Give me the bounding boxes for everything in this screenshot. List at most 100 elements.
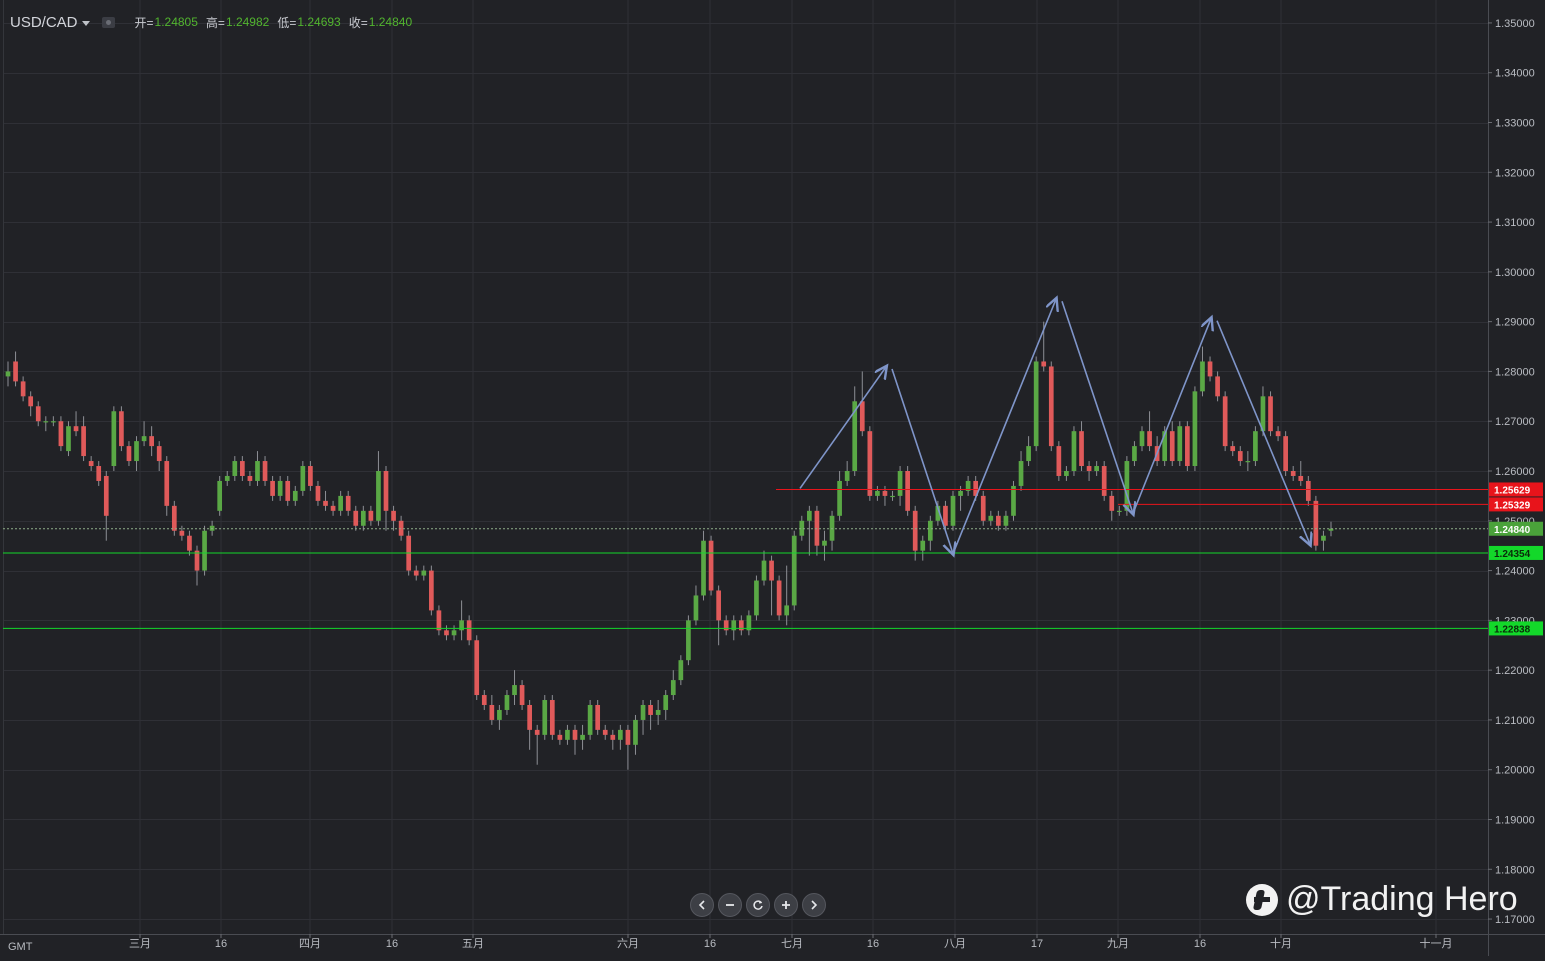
zoom-in-button[interactable]: [774, 893, 798, 917]
trend-arrow[interactable]: [1061, 300, 1133, 513]
candle-up[interactable]: [451, 630, 457, 636]
candle-down[interactable]: [73, 426, 79, 432]
candle-down[interactable]: [867, 431, 873, 496]
symbol-selector[interactable]: USD/CAD: [10, 14, 90, 31]
candle-down[interactable]: [769, 560, 774, 581]
candle-down[interactable]: [474, 640, 480, 696]
candle-down[interactable]: [323, 500, 328, 506]
candle-down[interactable]: [345, 495, 351, 511]
candle-down[interactable]: [28, 396, 34, 407]
candle-down[interactable]: [444, 630, 449, 636]
candle-down[interactable]: [262, 461, 268, 481]
candle-down[interactable]: [1207, 361, 1213, 377]
candle-up[interactable]: [217, 480, 223, 511]
candle-up[interactable]: [1245, 461, 1251, 463]
candle-down[interactable]: [1237, 451, 1243, 462]
candle-up[interactable]: [421, 570, 427, 576]
candle-up[interactable]: [134, 441, 139, 462]
candle-up[interactable]: [1132, 446, 1137, 462]
candle-down[interactable]: [557, 734, 563, 740]
candle-down[interactable]: [353, 510, 359, 526]
trend-arrow[interactable]: [1216, 320, 1310, 545]
candle-down[interactable]: [481, 695, 487, 705]
candle-down[interactable]: [247, 475, 253, 481]
candle-down[interactable]: [602, 729, 608, 735]
candle-down[interactable]: [1056, 446, 1062, 476]
candle-down[interactable]: [391, 510, 396, 521]
candle-up[interactable]: [580, 734, 585, 740]
candle-up[interactable]: [497, 709, 502, 720]
candle-down[interactable]: [1041, 361, 1047, 367]
candle-up[interactable]: [1124, 461, 1130, 511]
candle-down[interactable]: [119, 411, 124, 447]
candle-up[interactable]: [292, 490, 298, 501]
candle-down[interactable]: [1268, 396, 1273, 432]
candle-down[interactable]: [1147, 431, 1152, 447]
candle-down[interactable]: [527, 704, 532, 730]
candle-up[interactable]: [565, 729, 570, 740]
candle-up[interactable]: [784, 605, 790, 616]
candle-down[interactable]: [549, 700, 555, 735]
candle-up[interactable]: [1071, 431, 1077, 471]
candle-down[interactable]: [625, 729, 631, 745]
eye-icon[interactable]: [101, 16, 115, 28]
candle-down[interactable]: [20, 381, 26, 397]
candle-up[interactable]: [655, 709, 661, 715]
candle-down[interactable]: [330, 505, 336, 511]
candle-up[interactable]: [686, 620, 691, 661]
candle-down[interactable]: [489, 704, 495, 720]
candle-up[interactable]: [66, 426, 71, 452]
candle-down[interactable]: [1101, 466, 1107, 496]
candle-down[interactable]: [35, 406, 41, 422]
candle-up[interactable]: [920, 540, 926, 551]
candle-down[interactable]: [88, 461, 94, 467]
candle-up[interactable]: [791, 535, 797, 606]
candle-down[interactable]: [436, 610, 442, 631]
candle-up[interactable]: [1033, 361, 1039, 447]
candle-down[interactable]: [383, 471, 389, 511]
candle-up[interactable]: [587, 704, 593, 735]
candle-down[interactable]: [882, 490, 888, 496]
candle-down[interactable]: [1079, 431, 1084, 467]
candle-up[interactable]: [512, 685, 517, 696]
candle-up[interactable]: [701, 540, 706, 596]
candle-up[interactable]: [927, 520, 933, 541]
candle-up[interactable]: [300, 466, 306, 491]
candle-down[interactable]: [708, 540, 714, 591]
candle-down[interactable]: [187, 535, 192, 551]
candle-down[interactable]: [126, 446, 132, 462]
candle-up[interactable]: [761, 560, 767, 581]
candle-down[interactable]: [156, 446, 162, 462]
candle-down[interactable]: [81, 426, 86, 457]
candle-up[interactable]: [1139, 431, 1145, 447]
candle-up[interactable]: [255, 461, 260, 481]
candle-down[interactable]: [466, 620, 472, 641]
candle-down[interactable]: [1169, 431, 1175, 462]
candle-up[interactable]: [111, 411, 117, 467]
candle-up[interactable]: [618, 729, 623, 740]
candle-down[interactable]: [1298, 475, 1304, 481]
candle-up[interactable]: [1026, 446, 1031, 462]
trend-arrow[interactable]: [1132, 319, 1211, 514]
scroll-right-button[interactable]: [802, 893, 826, 917]
candle-down[interactable]: [534, 729, 540, 735]
candle-down[interactable]: [943, 505, 948, 526]
candle-up[interactable]: [232, 461, 238, 476]
candle-down[interactable]: [1313, 500, 1319, 546]
candle-down[interactable]: [315, 485, 321, 501]
candle-up[interactable]: [5, 371, 11, 377]
candle-up[interactable]: [1116, 510, 1122, 513]
candle-up[interactable]: [1192, 391, 1198, 467]
candle-up[interactable]: [844, 471, 850, 481]
candle-up[interactable]: [202, 530, 207, 571]
candle-down[interactable]: [716, 590, 721, 621]
candle-up[interactable]: [504, 695, 510, 710]
trend-arrow[interactable]: [891, 368, 953, 554]
candle-down[interactable]: [1048, 366, 1054, 447]
candle-up[interactable]: [338, 495, 343, 511]
candle-up[interactable]: [670, 680, 676, 696]
candle-up[interactable]: [542, 700, 548, 735]
candle-down[interactable]: [13, 361, 18, 382]
candle-up[interactable]: [807, 510, 812, 521]
candle-down[interactable]: [308, 466, 313, 486]
